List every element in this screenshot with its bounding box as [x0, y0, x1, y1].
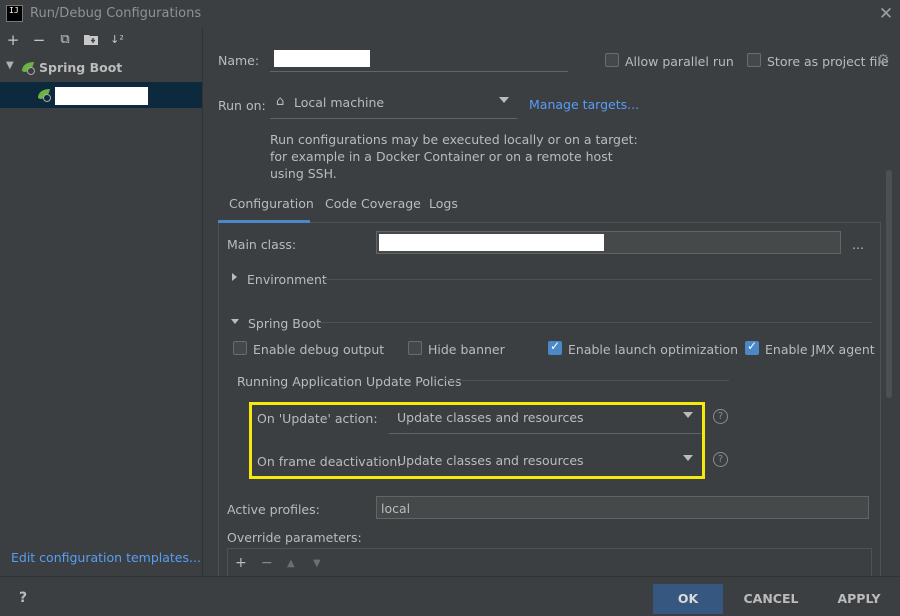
- override-parameters-table: [227, 548, 872, 576]
- chevron-down-icon[interactable]: [231, 319, 239, 324]
- name-field-underline: [270, 71, 568, 72]
- help-icon[interactable]: ?: [713, 452, 728, 467]
- copy-icon[interactable]: ⧉: [56, 31, 74, 49]
- folder-icon[interactable]: [82, 31, 100, 49]
- enable-debug-output-checkbox[interactable]: [233, 341, 247, 355]
- remove-parameter-icon[interactable]: −: [261, 555, 273, 571]
- spring-boot-separator: [320, 322, 872, 323]
- app-logo-icon: IJ: [6, 5, 23, 22]
- help-button[interactable]: ?: [19, 590, 27, 606]
- hide-banner-label: Hide banner: [428, 342, 505, 357]
- sidebar-toolbar: + − ⧉ ↓²: [0, 28, 202, 52]
- highlight-annotation: [249, 402, 705, 479]
- run-on-hint: Run configurations may be executed local…: [270, 132, 638, 181]
- enable-launch-optimization-checkbox[interactable]: [548, 339, 562, 355]
- redacted-config-name: [55, 87, 148, 105]
- gear-icon[interactable]: ⚙: [877, 52, 890, 68]
- chevron-down-icon: [499, 97, 509, 103]
- environment-section-label[interactable]: Environment: [247, 272, 327, 287]
- window-title: Run/Debug Configurations: [30, 6, 202, 21]
- name-label: Name:: [218, 53, 260, 68]
- store-project-checkbox[interactable]: [747, 53, 761, 67]
- add-icon[interactable]: +: [4, 31, 22, 49]
- sort-icon[interactable]: ↓²: [108, 31, 126, 49]
- hide-banner-checkbox[interactable]: [408, 341, 422, 355]
- tree-group-label: Spring Boot: [39, 60, 123, 75]
- environment-separator: [323, 279, 872, 280]
- active-profiles-label: Active profiles:: [227, 502, 320, 517]
- active-tab-indicator: [218, 220, 310, 223]
- allow-parallel-label: Allow parallel run: [625, 54, 734, 69]
- store-project-label: Store as project file: [767, 54, 889, 69]
- remove-icon[interactable]: −: [30, 31, 48, 49]
- update-policies-title: Running Application Update Policies: [237, 374, 462, 389]
- spring-boot-icon: [20, 61, 36, 78]
- apply-button[interactable]: APPLY: [824, 584, 894, 614]
- spring-boot-config-icon: [36, 88, 52, 105]
- chevron-right-icon[interactable]: [232, 273, 237, 281]
- tab-logs[interactable]: Logs: [429, 196, 458, 218]
- help-icon[interactable]: ?: [713, 409, 728, 424]
- redacted-main-class: [379, 234, 604, 251]
- close-icon[interactable]: ✕: [876, 4, 896, 24]
- run-on-value: Local machine: [294, 95, 385, 110]
- redacted-name-value: [274, 50, 370, 67]
- browse-main-class-button[interactable]: ...: [852, 237, 864, 252]
- name-field[interactable]: [270, 48, 568, 72]
- manage-targets-link[interactable]: Manage targets...: [529, 97, 639, 112]
- enable-jmx-agent-label: Enable JMX agent: [765, 342, 875, 357]
- active-profiles-value: local: [381, 501, 411, 516]
- ok-button[interactable]: OK: [653, 584, 723, 614]
- allow-parallel-checkbox[interactable]: [605, 53, 619, 67]
- move-up-icon[interactable]: ▲: [287, 558, 295, 569]
- cancel-button[interactable]: CANCEL: [736, 584, 806, 614]
- active-profiles-field[interactable]: local: [376, 496, 869, 519]
- enable-debug-output-label: Enable debug output: [253, 342, 385, 357]
- configurations-sidebar: [0, 28, 202, 576]
- run-on-label: Run on:: [218, 98, 266, 113]
- main-class-field[interactable]: [376, 231, 841, 254]
- home-icon: ⌂: [276, 94, 285, 109]
- enable-launch-optimization-label: Enable launch optimization: [568, 342, 739, 357]
- run-on-dropdown[interactable]: ⌂ Local machine: [270, 89, 517, 119]
- main-class-label: Main class:: [227, 237, 297, 252]
- add-parameter-icon[interactable]: +: [235, 555, 247, 571]
- spring-boot-section-label[interactable]: Spring Boot: [248, 316, 321, 331]
- vertical-scrollbar[interactable]: [886, 170, 892, 398]
- enable-jmx-agent-checkbox[interactable]: [745, 339, 759, 355]
- edit-templates-link[interactable]: Edit configuration templates...: [11, 550, 201, 565]
- tab-configuration[interactable]: Configuration: [229, 196, 314, 218]
- override-parameters-label: Override parameters:: [227, 530, 362, 545]
- chevron-down-icon[interactable]: ▼: [6, 60, 14, 71]
- update-policies-separator: [440, 380, 729, 381]
- move-down-icon[interactable]: ▼: [313, 558, 321, 569]
- tab-code-coverage[interactable]: Code Coverage: [325, 196, 421, 218]
